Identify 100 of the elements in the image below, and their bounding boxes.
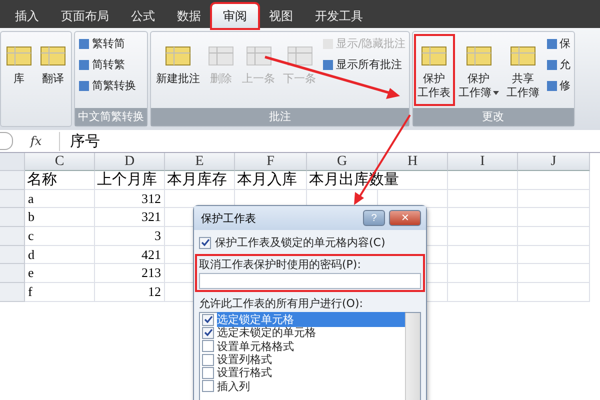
row-header[interactable] — [0, 246, 25, 264]
checkbox[interactable] — [202, 380, 214, 392]
password-label: 取消工作表保护时使用的密码(P): — [199, 258, 362, 271]
table-cell — [518, 208, 590, 228]
document-icon — [546, 58, 558, 70]
row-header[interactable] — [0, 171, 25, 190]
list-item[interactable]: 选定未锁定的单元格 — [200, 326, 405, 340]
select-all-corner[interactable] — [0, 153, 25, 171]
document-icon — [78, 58, 90, 70]
ribbon-small-button[interactable]: 显示所有批注 — [322, 57, 406, 72]
table-cell — [518, 246, 590, 264]
ribbon-tab[interactable]: 开发工具 — [304, 4, 374, 28]
column-header[interactable]: J — [518, 153, 590, 171]
document-icon — [322, 58, 334, 70]
table-cell — [448, 283, 518, 302]
ribbon-button[interactable]: 保护 工作表 — [414, 34, 455, 106]
function-button[interactable]: fx — [13, 134, 59, 148]
ribbon-button[interactable]: 新建批注 — [152, 34, 204, 92]
table-cell: 名称 — [25, 171, 95, 190]
table-cell: 213 — [95, 264, 165, 284]
row-header[interactable] — [0, 190, 25, 208]
table-cell: a — [25, 190, 95, 208]
ribbon-small-button[interactable]: 简转繁 — [78, 57, 136, 72]
table-cell: 3 — [95, 227, 165, 246]
row-header[interactable] — [0, 283, 25, 302]
sheet-icon — [466, 46, 492, 66]
sheet-icon — [246, 46, 272, 66]
ribbon-tab[interactable]: 插入 — [4, 4, 50, 28]
table-cell: 312 — [95, 190, 165, 208]
sheet-icon — [510, 46, 536, 66]
column-header[interactable]: G — [307, 153, 378, 171]
document-icon — [546, 38, 558, 50]
column-header[interactable]: H — [378, 153, 448, 171]
ribbon-tab[interactable]: 视图 — [258, 4, 304, 28]
checkbox[interactable] — [202, 366, 214, 379]
ribbon-button[interactable]: 库 — [2, 34, 36, 92]
table-cell: 12 — [95, 283, 165, 302]
sheet-icon — [40, 46, 66, 66]
sheet-icon — [165, 46, 191, 66]
table-cell: e — [25, 264, 95, 284]
ribbon-tab[interactable]: 审阅 — [212, 4, 258, 28]
column-header[interactable]: D — [95, 153, 165, 171]
sheet-icon — [208, 46, 234, 66]
sheet-icon — [421, 46, 448, 66]
table-cell: b — [25, 208, 95, 228]
table-cell — [448, 171, 518, 190]
ribbon-tab[interactable]: 公式 — [120, 4, 166, 28]
formula-field[interactable]: 序号 — [59, 132, 600, 150]
table-cell — [448, 227, 518, 246]
scrollbar[interactable] — [405, 313, 420, 400]
caret-icon — [492, 90, 499, 95]
column-header[interactable]: F — [235, 153, 307, 171]
checkbox[interactable] — [202, 326, 214, 339]
ribbon-small-button[interactable]: 保 — [546, 36, 571, 51]
table-cell: 421 — [95, 246, 165, 264]
table-cell — [448, 190, 518, 208]
sheet-icon — [286, 46, 312, 66]
ribbon-button[interactable]: 共享 工作簿 — [502, 34, 544, 106]
table-cell: c — [25, 227, 95, 246]
column-header[interactable]: E — [165, 153, 235, 171]
ribbon-button[interactable]: 翻译 — [36, 34, 70, 92]
list-item[interactable]: 设置列格式 — [200, 352, 405, 366]
table-cell: 321 — [95, 208, 165, 228]
checkbox[interactable] — [202, 314, 214, 326]
table-cell — [448, 264, 518, 284]
ribbon-tab[interactable]: 数据 — [166, 4, 212, 28]
ribbon-small-button[interactable]: 繁转简 — [78, 36, 136, 51]
ribbon-small-button[interactable]: 修 — [546, 78, 571, 93]
password-field[interactable] — [199, 273, 421, 289]
group-label: 中文简繁转换 — [75, 108, 147, 126]
table-cell: d — [25, 246, 95, 264]
table-cell — [518, 227, 590, 246]
table-cell: f — [25, 283, 95, 302]
row-header[interactable] — [0, 264, 25, 284]
document-icon — [78, 80, 90, 92]
row-header[interactable] — [0, 227, 25, 246]
table-cell: 本月库存 — [165, 171, 235, 190]
column-header[interactable]: I — [448, 153, 518, 171]
list-item[interactable]: 插入列 — [200, 379, 405, 393]
table-cell: 上个月库 — [95, 171, 165, 190]
group-label: 更改 — [412, 108, 574, 126]
table-cell: 本月入库 — [235, 171, 307, 190]
document-icon — [78, 38, 90, 50]
row-header[interactable] — [0, 208, 25, 228]
checkbox[interactable] — [202, 354, 214, 366]
ribbon-button[interactable]: 保护 工作簿 — [454, 34, 503, 106]
ribbon-small-button[interactable]: 允 — [546, 57, 571, 72]
list-item[interactable]: 设置单元格格式 — [200, 340, 405, 353]
column-header[interactable]: C — [25, 153, 95, 171]
document-icon — [546, 80, 558, 92]
ribbon-small-button[interactable]: 简繁转换 — [78, 78, 136, 93]
table-cell — [518, 283, 590, 302]
checkbox[interactable] — [202, 340, 214, 352]
dialog-title: 保护工作表 — [201, 210, 256, 226]
list-item[interactable]: 设置行格式 — [200, 366, 405, 380]
checkbox[interactable] — [199, 236, 211, 248]
permissions-label: 允许此工作表的所有用户进行(O): — [199, 297, 364, 310]
ribbon-tab[interactable]: 页面布局 — [50, 4, 120, 28]
name-box[interactable] — [0, 132, 13, 150]
sheet-icon — [6, 46, 32, 66]
